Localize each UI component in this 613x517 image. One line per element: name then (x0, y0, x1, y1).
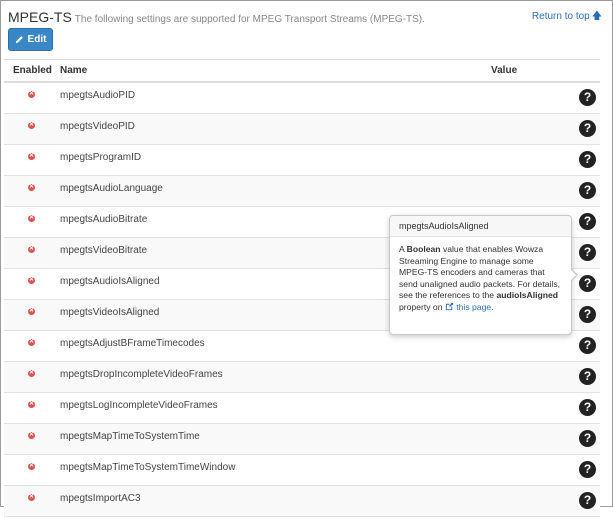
popover-bold-property: audioIsAligned (496, 290, 559, 301)
popover-text: property on (399, 301, 445, 312)
table-row: ✕ mpegtsDropIncompleteVideoFrames? (4, 362, 600, 393)
disabled-status-icon: ✕ (28, 246, 35, 253)
mpegts-panel: MPEG-TS The following settings are suppor… (0, 0, 613, 517)
section-title: MPEG-TS (8, 9, 72, 25)
table-row: ✕ mpegtsAudioPID? (4, 83, 600, 114)
table-row: ✕ mpegtsAdjustBFrameTimecodes? (4, 331, 600, 362)
disabled-status-icon: ✕ (28, 215, 35, 222)
setting-name: mpegtsAdjustBFrameTimecodes (60, 338, 205, 349)
popover-title: mpegtsAudioIsAligned (390, 216, 571, 237)
edit-button[interactable]: Edit (8, 28, 53, 51)
help-icon[interactable]: ? (579, 492, 596, 509)
setting-name: mpegtsVideoPID (60, 121, 135, 132)
help-icon[interactable]: ? (579, 120, 596, 137)
disabled-status-icon: ✕ (28, 370, 35, 377)
section-header: MPEG-TS The following settings are suppor… (8, 9, 602, 27)
disabled-status-icon: ✕ (28, 91, 35, 98)
help-icon[interactable]: ? (579, 213, 596, 230)
help-icon[interactable]: ? (579, 306, 596, 323)
column-header-enabled: Enabled (13, 65, 52, 76)
help-popover: mpegtsAudioIsAligned A Boolean value tha… (389, 215, 578, 335)
setting-name: mpegtsLogIncompleteVideoFrames (60, 400, 218, 411)
popover-body: A Boolean value that enables Wowza Strea… (390, 237, 571, 315)
popover-text: . (491, 301, 494, 312)
setting-name: mpegtsVideoIsAligned (60, 307, 160, 318)
table-row: ✕ mpegtsAudioLanguage? (4, 176, 600, 207)
disabled-status-icon: ✕ (28, 277, 35, 284)
return-to-top-link[interactable]: Return to top 🡅 (532, 9, 602, 26)
disabled-status-icon: ✕ (28, 153, 35, 160)
setting-name: mpegtsAudioIsAligned (60, 276, 160, 287)
setting-name: mpegtsProgramID (60, 152, 142, 163)
column-header-value: Value (491, 65, 518, 76)
table-row: ✕ mpegtsLogIncompleteVideoFrames? (4, 393, 600, 424)
setting-name: mpegtsMapTimeToSystemTime (60, 431, 200, 442)
pencil-icon (15, 35, 24, 44)
disabled-status-icon: ✕ (28, 494, 35, 501)
popover-text: A (399, 244, 407, 254)
setting-name: mpegtsAudioBitrate (60, 214, 148, 225)
disabled-status-icon: ✕ (28, 184, 35, 191)
setting-name: mpegtsImportAC3 (60, 493, 141, 504)
help-icon[interactable]: ? (579, 89, 596, 106)
return-to-top-label: Return to top (531, 11, 590, 22)
table-row: ✕ mpegtsMapTimeToSystemTimeWindow? (4, 455, 600, 486)
popover-link-label: this page (456, 301, 492, 312)
disabled-status-icon: ✕ (28, 401, 35, 408)
help-icon[interactable]: ? (579, 461, 596, 478)
help-icon[interactable]: ? (579, 244, 596, 261)
table-row: ✕ mpegtsImportAC3? (4, 486, 600, 517)
edit-button-label: Edit (27, 34, 47, 45)
help-icon[interactable]: ? (579, 337, 596, 354)
disabled-status-icon: ✕ (28, 463, 35, 470)
help-icon[interactable]: ? (579, 399, 596, 416)
section-subtitle: The following settings are supported for… (74, 14, 425, 25)
table-header: Enabled Name Value (4, 59, 600, 83)
help-icon[interactable]: ? (579, 430, 596, 447)
popover-arrow (570, 268, 578, 282)
table-row: ✕ mpegtsProgramID? (4, 145, 600, 176)
setting-name: mpegtsMapTimeToSystemTimeWindow (60, 462, 236, 473)
setting-name: mpegtsAudioLanguage (60, 183, 163, 194)
disabled-status-icon: ✕ (28, 432, 35, 439)
column-header-name: Name (60, 65, 88, 76)
table-row: ✕ mpegtsMapTimeToSystemTime? (4, 424, 600, 455)
popover-bold-type: Boolean (406, 244, 441, 254)
setting-name: mpegtsVideoBitrate (60, 245, 148, 256)
disabled-status-icon: ✕ (28, 339, 35, 346)
setting-name: mpegtsDropIncompleteVideoFrames (60, 369, 223, 380)
disabled-status-icon: ✕ (28, 122, 35, 129)
setting-name: mpegtsAudioPID (60, 90, 136, 101)
help-icon[interactable]: ? (579, 275, 596, 292)
table-row: ✕ mpegtsVideoPID? (4, 114, 600, 145)
help-icon[interactable]: ? (579, 182, 596, 199)
popover-link[interactable]: this page (445, 302, 491, 312)
disabled-status-icon: ✕ (28, 308, 35, 315)
arrow-up-icon: 🡅 (591, 11, 602, 22)
external-link-icon (445, 302, 454, 315)
help-icon[interactable]: ? (579, 151, 596, 168)
help-icon[interactable]: ? (579, 368, 596, 385)
